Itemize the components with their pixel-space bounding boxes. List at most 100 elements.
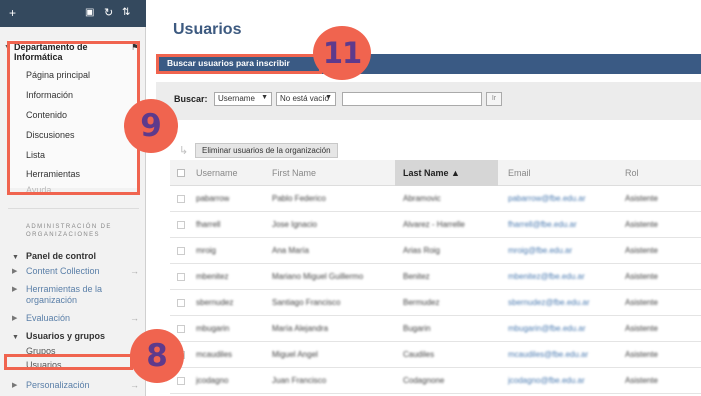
- column-header-last-name[interactable]: Last Name ▲: [395, 160, 498, 186]
- page-title: Usuarios: [173, 21, 242, 38]
- table-row[interactable]: jcodagno Juan Francisco Codagnone jcodagno@…: [170, 368, 701, 394]
- cell-first: Ana María: [272, 246, 309, 255]
- cell-first: Pablo Federico: [272, 194, 326, 203]
- panel-item-personalizacion[interactable]: ▶ Personalización →: [12, 380, 139, 391]
- annotation-badge-9: 9: [124, 99, 178, 153]
- cell-last: Benitez: [403, 272, 430, 281]
- table-row[interactable]: fharrell Jose Ignacio Alvarez - Harrelle fh…: [170, 212, 701, 238]
- arrow-turn-icon: ↳: [179, 145, 189, 157]
- table-row[interactable]: mroig Ana María Arias Roig mroig@fbe.edu.ar…: [170, 238, 701, 264]
- annotation-outline-enroll-button: [156, 54, 322, 74]
- cell-role: Asistente: [625, 298, 658, 307]
- cell-email[interactable]: mbugarin@fbe.edu.ar: [508, 324, 586, 333]
- folder-icon[interactable]: ▣: [85, 5, 94, 21]
- cell-first: María Alejandra: [272, 324, 329, 333]
- refresh-icon[interactable]: ↻: [104, 5, 113, 21]
- cell-username[interactable]: mbugarin: [196, 324, 229, 333]
- cell-username[interactable]: fharrell: [196, 220, 220, 229]
- cell-username[interactable]: pabarrow: [196, 194, 229, 203]
- annotation-outline-usuarios: [4, 354, 133, 370]
- cell-first: Miguel Angel: [272, 350, 318, 359]
- cell-last: Codagnone: [403, 376, 445, 385]
- annotation-badge-8: 8: [130, 329, 184, 383]
- panel-item-content-collection[interactable]: ▶ Content Collection →: [12, 266, 139, 277]
- cell-username[interactable]: jcodagno: [196, 376, 228, 385]
- cell-last: Caudiles: [403, 350, 435, 359]
- cell-username[interactable]: mbenitez: [196, 272, 228, 281]
- add-icon[interactable]: +: [9, 5, 16, 21]
- cell-last: Bermudez: [403, 298, 440, 307]
- chevron-down-icon: ▼: [261, 94, 268, 101]
- panel-de-control-heading[interactable]: ▼ Panel de control: [12, 251, 96, 261]
- collapse-icon: ▼: [12, 254, 19, 261]
- column-header-username[interactable]: Username: [196, 168, 238, 178]
- collapse-icon: ▼: [12, 334, 19, 341]
- annotation-outline-course-menu: [7, 41, 140, 195]
- row-checkbox[interactable]: [177, 299, 185, 307]
- column-header-rol[interactable]: Rol: [625, 168, 639, 178]
- search-operator-select[interactable]: No está vacío ▼: [276, 92, 336, 106]
- cell-email[interactable]: pabarrow@fbe.edu.ar: [508, 194, 586, 203]
- panel-item-herramientas-organizacion[interactable]: ▶ Herramientas de la organización: [12, 284, 126, 306]
- expand-icon: ▶: [12, 286, 18, 293]
- panel-item-evaluacion[interactable]: ▶ Evaluación →: [12, 313, 139, 324]
- chevron-down-icon: ▼: [325, 94, 332, 101]
- arrow-right-icon[interactable]: →: [130, 313, 139, 324]
- search-label: Buscar:: [174, 94, 208, 104]
- row-checkbox[interactable]: [177, 273, 185, 281]
- row-checkbox[interactable]: [177, 325, 185, 333]
- cell-email[interactable]: mbenitez@fbe.edu.ar: [508, 272, 585, 281]
- cell-role: Asistente: [625, 324, 658, 333]
- search-input[interactable]: [342, 92, 482, 106]
- cell-username[interactable]: mcaudiles: [196, 350, 232, 359]
- cell-email[interactable]: jcodagno@fbe.edu.ar: [508, 376, 585, 385]
- cell-role: Asistente: [625, 272, 658, 281]
- cell-email[interactable]: sbernudez@fbe.edu.ar: [508, 298, 590, 307]
- table-header: Username First Name Last Name ▲ Email Ro…: [170, 160, 701, 186]
- cell-email[interactable]: fharrell@fbe.edu.ar: [508, 220, 577, 229]
- sort-icon[interactable]: ⇅: [122, 5, 130, 21]
- column-header-email[interactable]: Email: [508, 168, 531, 178]
- cell-first: Juan Francisco: [272, 376, 327, 385]
- cell-email[interactable]: mroig@fbe.edu.ar: [508, 246, 572, 255]
- cell-last: Bugarin: [403, 324, 431, 333]
- row-checkbox[interactable]: [177, 247, 185, 255]
- row-checkbox[interactable]: [177, 377, 185, 385]
- cell-last: Abramovic: [403, 194, 441, 203]
- cell-role: Asistente: [625, 350, 658, 359]
- arrow-right-icon[interactable]: →: [130, 380, 139, 391]
- cell-last: Alvarez - Harrelle: [403, 220, 465, 229]
- remove-users-button[interactable]: Eliminar usuarios de la organización: [195, 143, 338, 158]
- cell-role: Asistente: [625, 194, 658, 203]
- cell-role: Asistente: [625, 246, 658, 255]
- sidebar-toolbar: + ▣ ↻ ⇅: [0, 0, 146, 27]
- expand-icon: ▶: [12, 268, 18, 275]
- row-checkbox[interactable]: [177, 195, 185, 203]
- sidebar-divider: [8, 208, 139, 209]
- cell-role: Asistente: [625, 220, 658, 229]
- admin-section-heading: ADMINISTRACIÓN DE ORGANIZACIONES: [26, 224, 112, 238]
- select-all-checkbox[interactable]: [177, 169, 185, 177]
- sort-ascending-icon: ▲: [451, 168, 460, 178]
- annotation-badge-11: 11: [313, 26, 371, 80]
- table-row[interactable]: mcaudiles Miguel Angel Caudiles mcaudiles@f…: [170, 342, 701, 368]
- cell-role: Asistente: [625, 376, 658, 385]
- table-row[interactable]: mbugarin María Alejandra Bugarin mbugarin@f…: [170, 316, 701, 342]
- cell-username[interactable]: sbernudez: [196, 298, 233, 307]
- expand-icon: ▶: [12, 382, 18, 389]
- table-row[interactable]: pabarrow Pablo Federico Abramovic pabarrow@…: [170, 186, 701, 212]
- table-row[interactable]: mbenitez Mariano Miguel Guillermo Benitez m…: [170, 264, 701, 290]
- search-go-button[interactable]: Ir: [486, 92, 502, 106]
- cell-username[interactable]: mroig: [196, 246, 216, 255]
- cell-first: Mariano Miguel Guillermo: [272, 272, 364, 281]
- cell-first: Santiago Francisco: [272, 298, 341, 307]
- search-field-select[interactable]: Username ▼: [214, 92, 272, 106]
- cell-last: Arias Roig: [403, 246, 440, 255]
- column-header-first-name[interactable]: First Name: [272, 168, 316, 178]
- cell-email[interactable]: mcaudiles@fbe.edu.ar: [508, 350, 588, 359]
- usuarios-y-grupos-heading[interactable]: ▼ Usuarios y grupos: [12, 331, 105, 341]
- row-checkbox[interactable]: [177, 221, 185, 229]
- table-row[interactable]: sbernudez Santiago Francisco Bermudez sbern…: [170, 290, 701, 316]
- arrow-right-icon[interactable]: →: [130, 266, 139, 277]
- expand-icon: ▶: [12, 315, 18, 322]
